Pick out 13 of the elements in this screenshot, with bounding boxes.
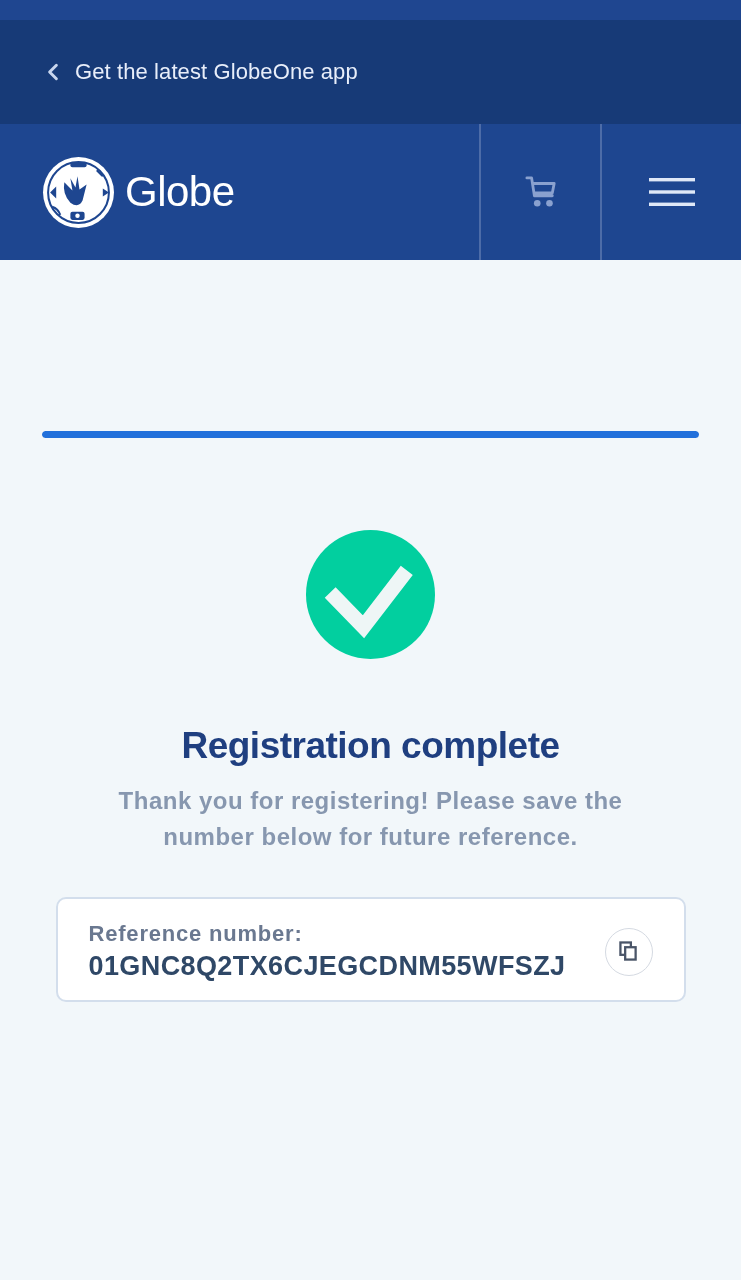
brand-name: Globe [125,168,235,216]
cart-icon [524,174,557,210]
globe-logo-icon [42,155,115,229]
menu-icon [648,178,695,206]
result-message: Thank you for registering! Please save the number below for future reference. [117,786,624,852]
back-chevron-icon [47,63,59,81]
reference-label: Reference number: [88,921,304,947]
app-banner-link[interactable]: Get the latest GlobeOne app [0,20,741,124]
reference-number: 01GNC8Q2TX6CJEGCDNM55WFSZJ [88,951,566,982]
success-check-icon [306,530,435,659]
app-banner-text: Get the latest GlobeOne app [75,59,358,85]
copy-icon [619,941,638,962]
result-title: Registration complete [181,725,560,767]
